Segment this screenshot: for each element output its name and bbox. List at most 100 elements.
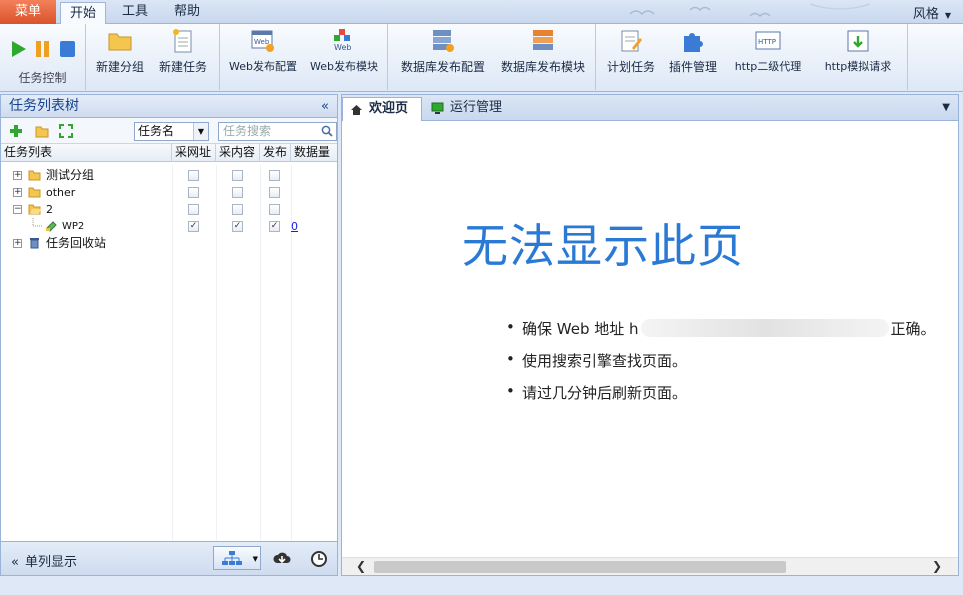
expand-all-icon[interactable] bbox=[59, 124, 73, 138]
scroll-right-icon[interactable]: ❯ bbox=[932, 558, 942, 575]
double-chevron-left-icon: « bbox=[11, 555, 19, 570]
table-row[interactable]: + 测试分组 bbox=[1, 167, 337, 184]
pause-icon[interactable] bbox=[35, 40, 51, 58]
task-name: other bbox=[46, 186, 76, 199]
svg-text:Web: Web bbox=[334, 43, 351, 52]
trash-icon bbox=[30, 238, 39, 249]
table-row[interactable]: + 任务回收站 bbox=[1, 235, 337, 252]
task-tree-header: 任务列表树 « bbox=[1, 95, 337, 118]
database-module-icon bbox=[533, 30, 553, 50]
db-publish-config-button[interactable]: 数据库发布配置 bbox=[398, 28, 488, 75]
tree-view-button[interactable]: ▼ bbox=[213, 546, 261, 570]
folder-icon bbox=[28, 170, 41, 181]
collect-url-checkbox[interactable] bbox=[188, 187, 199, 198]
suggestion-refresh: 请过几分钟后刷新页面。 bbox=[506, 382, 936, 403]
table-row[interactable]: WP2 ✓ ✓ ✓ 0 bbox=[1, 218, 337, 235]
table-row[interactable]: − 2 bbox=[1, 201, 337, 218]
collapse-icon[interactable]: − bbox=[13, 205, 22, 214]
database-gear-icon bbox=[433, 30, 454, 52]
column-header-collect-content[interactable]: 采内容 bbox=[216, 144, 260, 162]
column-header-publish[interactable]: 发布 bbox=[260, 144, 291, 162]
clock-icon[interactable] bbox=[310, 550, 328, 568]
column-header-collect-url[interactable]: 采网址 bbox=[172, 144, 216, 162]
dropdown-arrow-icon: ▼ bbox=[252, 555, 258, 563]
error-suggestions: 确保 Web 地址 h正确。 使用搜索引擎查找页面。 请过几分钟后刷新页面。 bbox=[482, 318, 936, 414]
publish-checkbox[interactable] bbox=[269, 187, 280, 198]
collapse-left-icon[interactable]: « bbox=[321, 95, 329, 118]
play-icon[interactable] bbox=[11, 40, 27, 58]
expand-icon[interactable]: + bbox=[13, 188, 22, 197]
new-group-button[interactable]: 新建分组 bbox=[94, 28, 146, 75]
horizontal-scrollbar[interactable]: ❮ ❯ bbox=[342, 557, 958, 575]
http-proxy-icon: HTTP bbox=[755, 31, 781, 50]
puzzle-icon bbox=[684, 33, 703, 52]
collect-content-checkbox[interactable] bbox=[232, 170, 243, 181]
collect-url-checkbox[interactable]: ✓ bbox=[188, 221, 199, 232]
single-column-toggle[interactable]: «单列显示 bbox=[11, 551, 77, 570]
web-publish-config-button[interactable]: Web Web发布配置 bbox=[226, 28, 300, 74]
plugin-manage-button[interactable]: 插件管理 bbox=[666, 28, 720, 75]
monitor-icon bbox=[431, 102, 444, 114]
http-simulate-button[interactable]: http模拟请求 bbox=[816, 28, 900, 74]
new-task-button[interactable]: 新建任务 bbox=[154, 28, 212, 75]
content-tab-bar: 欢迎页 运行管理 ▼ bbox=[342, 95, 958, 121]
ribbon-toolbar: 任务控制 新建分组 新建任务 Web Web发布配置 Web Web发布模块 数… bbox=[0, 24, 963, 92]
db-publish-group: 数据库发布配置 数据库发布模块 bbox=[388, 24, 596, 90]
scroll-left-icon[interactable]: ❮ bbox=[356, 558, 366, 575]
ribbon-tab-bar: 菜单 开始 工具 帮助 风格 ▼ bbox=[0, 0, 963, 25]
style-menu[interactable]: 风格 ▼ bbox=[913, 3, 951, 22]
status-bar bbox=[0, 578, 963, 595]
scrollbar-thumb[interactable] bbox=[374, 561, 786, 573]
search-icon[interactable] bbox=[321, 125, 333, 137]
new-document-icon bbox=[173, 29, 192, 53]
task-control-group: 任务控制 bbox=[0, 24, 86, 90]
extras-group: 计划任务 插件管理 HTTP http二级代理 http模拟请求 bbox=[596, 24, 908, 90]
filter-field-select[interactable]: 任务名 ▼ bbox=[134, 122, 209, 141]
tab-welcome[interactable]: 欢迎页 bbox=[342, 97, 422, 121]
collect-content-checkbox[interactable] bbox=[232, 187, 243, 198]
collect-url-checkbox[interactable] bbox=[188, 170, 199, 181]
folder-icon bbox=[108, 33, 132, 51]
stop-icon[interactable] bbox=[59, 40, 76, 58]
column-header-task-list[interactable]: 任务列表 bbox=[1, 144, 172, 162]
content-panel: 欢迎页 运行管理 ▼ 无法显示此页 确保 Web 地址 h正确。 使用搜索引擎查… bbox=[341, 94, 959, 576]
web-publish-module-button[interactable]: Web Web发布模块 bbox=[306, 28, 382, 74]
suggestion-search-engine: 使用搜索引擎查找页面。 bbox=[506, 350, 936, 371]
panel-title: 任务列表树 bbox=[9, 98, 79, 114]
schedule-task-button[interactable]: 计划任务 bbox=[604, 28, 658, 75]
tab-tools[interactable]: 工具 bbox=[112, 1, 158, 24]
table-row[interactable]: + other bbox=[1, 184, 337, 201]
cloud-download-icon[interactable] bbox=[273, 550, 291, 568]
tab-start[interactable]: 开始 bbox=[60, 2, 106, 25]
tree-bottom-bar: «单列显示 ▼ bbox=[1, 541, 337, 575]
suggestion-check-url: 确保 Web 地址 h正确。 bbox=[506, 318, 936, 339]
expand-icon[interactable]: + bbox=[13, 171, 22, 180]
tab-run-manage[interactable]: 运行管理 bbox=[424, 97, 524, 121]
folder-icon bbox=[28, 187, 41, 198]
collect-url-checkbox[interactable] bbox=[188, 204, 199, 215]
task-name: 测试分组 bbox=[46, 168, 95, 182]
home-icon bbox=[351, 105, 362, 115]
http-proxy-button[interactable]: HTTP http二级代理 bbox=[728, 28, 808, 74]
task-name: 2 bbox=[46, 203, 53, 216]
add-icon[interactable] bbox=[9, 124, 23, 138]
web-module-icon: Web bbox=[334, 29, 351, 52]
task-grid-body: + 测试分组 + other − 2 WP2 ✓ ✓ ✓ 0 + 任务回收站 bbox=[1, 165, 337, 545]
collect-content-checkbox[interactable]: ✓ bbox=[232, 221, 243, 232]
open-folder-icon[interactable] bbox=[35, 124, 49, 138]
db-publish-module-button[interactable]: 数据库发布模块 bbox=[498, 28, 588, 75]
task-search-input[interactable]: 任务搜索 bbox=[218, 122, 337, 141]
publish-checkbox[interactable]: ✓ bbox=[269, 221, 280, 232]
publish-checkbox[interactable] bbox=[269, 170, 280, 181]
expand-icon[interactable]: + bbox=[13, 239, 22, 248]
collect-content-checkbox[interactable] bbox=[232, 204, 243, 215]
tab-help[interactable]: 帮助 bbox=[164, 1, 210, 24]
org-chart-icon bbox=[222, 551, 242, 565]
web-gear-icon: Web bbox=[251, 30, 274, 52]
task-grid-header: 任务列表 采网址 采内容 发布 数据量 bbox=[1, 144, 337, 162]
column-header-count[interactable]: 数据量 bbox=[291, 144, 337, 162]
data-count-link[interactable]: 0 bbox=[291, 218, 298, 235]
menu-tab[interactable]: 菜单 bbox=[0, 0, 56, 24]
publish-checkbox[interactable] bbox=[269, 204, 280, 215]
tab-list-dropdown-icon[interactable]: ▼ bbox=[942, 102, 950, 113]
